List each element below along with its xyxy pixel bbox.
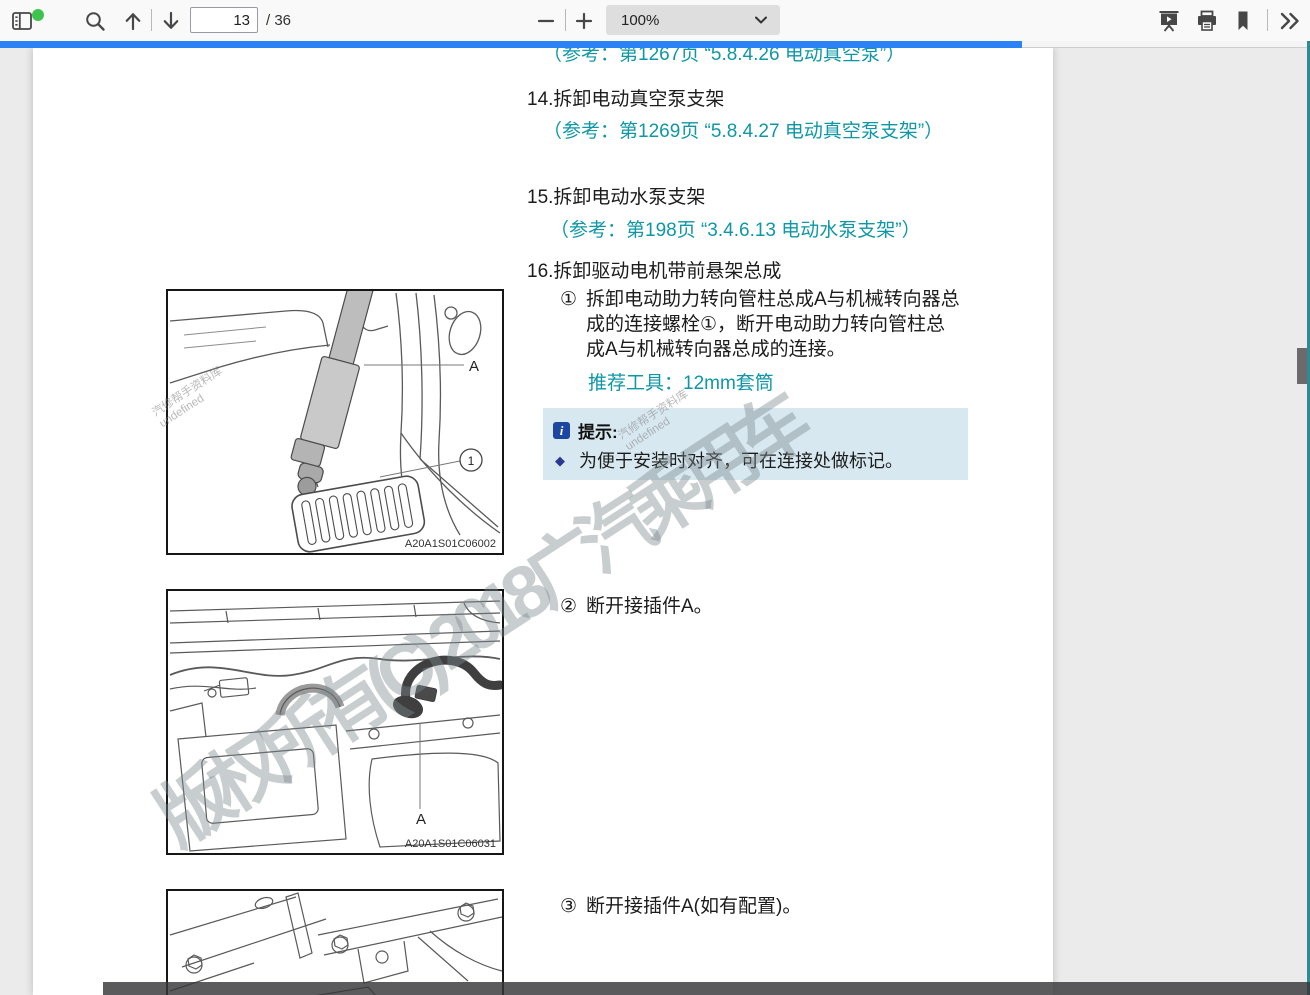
- sidebar-icon: [10, 9, 34, 33]
- figure-3-drawing: [168, 891, 502, 995]
- step-16-substep-1: ① 拆卸电动助力转向管柱总成A与机械转向器总成的连接螺栓①，断开电动助力转向管柱…: [560, 287, 962, 362]
- arrow-up-icon: [122, 10, 144, 32]
- reference-link[interactable]: （参考：第1267页 “5.8.4.26 电动真空泵”）: [543, 48, 905, 67]
- figure-bracket-bolts: [166, 889, 504, 995]
- figure-steering-column: A 1 A20A1S01C06002: [166, 289, 504, 555]
- pdf-toolbar: / 36 100%: [0, 0, 1310, 41]
- figure-label-a: A: [416, 811, 426, 828]
- tip-title: 提示:: [578, 418, 618, 443]
- bottom-overlay-bar: [103, 982, 1310, 995]
- diamond-bullet-icon: ◆: [555, 449, 565, 473]
- callout-number: 1: [468, 454, 475, 468]
- substep-marker: ③: [560, 894, 586, 919]
- step-14-title: 14.拆卸电动真空泵支架: [527, 87, 724, 112]
- zoom-select-value: 100%: [606, 12, 754, 29]
- reference-link[interactable]: （参考：第1269页 “5.8.4.27 电动真空泵支架”）: [543, 119, 945, 144]
- toggle-sidebar-button[interactable]: [8, 7, 36, 35]
- substep-marker: ②: [560, 594, 586, 619]
- step-16-substep-3: ③ 断开接插件A(如有配置)。: [560, 894, 962, 919]
- print-icon: [1195, 9, 1219, 33]
- step-15-title: 15.拆卸电动水泵支架: [527, 185, 705, 210]
- step-16-title: 16.拆卸驱动电机带前悬架总成: [527, 259, 781, 284]
- toolbar-divider: [565, 9, 566, 31]
- tip-text: 为便于安装时对齐，可在连接处做标记。: [579, 449, 903, 473]
- double-chevron-right-icon: [1278, 9, 1302, 33]
- bookmark-button[interactable]: [1229, 7, 1257, 35]
- reference-link[interactable]: （参考：第198页 “3.4.6.13 电动水泵支架”）: [550, 218, 921, 243]
- presentation-mode-button[interactable]: [1155, 7, 1183, 35]
- step-16-substep-2: ② 断开接插件A。: [560, 594, 962, 619]
- figure-1-drawing: A 1 A20A1S01C06002: [168, 291, 502, 553]
- tip-box: 提示: ◆ 为便于安装时对齐，可在连接处做标记。: [543, 408, 968, 480]
- zoom-out-button[interactable]: [532, 7, 560, 35]
- substep-text: 断开接插件A(如有配置)。: [586, 894, 962, 919]
- substep-text: 断开接插件A。: [586, 594, 962, 619]
- figure-code: A20A1S01C06002: [405, 538, 496, 550]
- figure-2-drawing: A A20A1S01C06031: [168, 591, 502, 853]
- next-page-button[interactable]: [157, 7, 185, 35]
- presentation-icon: [1157, 9, 1181, 33]
- zoom-select[interactable]: 100%: [606, 5, 780, 35]
- pdf-viewport[interactable]: A 1 A20A1S01C06002: [0, 48, 1310, 995]
- search-button[interactable]: [81, 7, 109, 35]
- print-button[interactable]: [1193, 7, 1221, 35]
- substep-marker: ①: [560, 287, 586, 362]
- chevron-down-icon: [754, 15, 768, 25]
- zoom-in-button[interactable]: [570, 7, 598, 35]
- search-icon: [84, 10, 106, 32]
- notification-dot-icon: [32, 9, 44, 21]
- arrow-down-icon: [160, 10, 182, 32]
- toolbar-divider: [1267, 9, 1268, 31]
- figure-connector-a: A A20A1S01C06031: [166, 589, 504, 855]
- vertical-scrollbar-thumb[interactable]: [1297, 348, 1307, 384]
- bookmark-icon: [1231, 9, 1255, 33]
- page-count-label: / 36: [266, 12, 291, 29]
- figure-code: A20A1S01C06031: [405, 838, 496, 850]
- recommended-tool: 推荐工具：12mm套筒: [588, 371, 774, 396]
- figure-label-a: A: [469, 358, 479, 375]
- previous-page-button[interactable]: [119, 7, 147, 35]
- plus-icon: [574, 11, 594, 31]
- toolbar-divider: [151, 9, 152, 31]
- loading-bar-track: [0, 41, 1310, 48]
- page-number-input[interactable]: [190, 7, 258, 33]
- tip-header: 提示:: [543, 408, 968, 443]
- info-icon: [553, 422, 570, 439]
- minus-icon: [536, 11, 556, 31]
- loading-bar-progress: [0, 41, 1022, 48]
- pdf-page: A 1 A20A1S01C06002: [33, 48, 1053, 995]
- substep-text: 拆卸电动助力转向管柱总成A与机械转向器总成的连接螺栓①，断开电动助力转向管柱总成…: [586, 287, 962, 362]
- more-tools-button[interactable]: [1276, 7, 1304, 35]
- tip-item: ◆ 为便于安装时对齐，可在连接处做标记。: [543, 443, 968, 473]
